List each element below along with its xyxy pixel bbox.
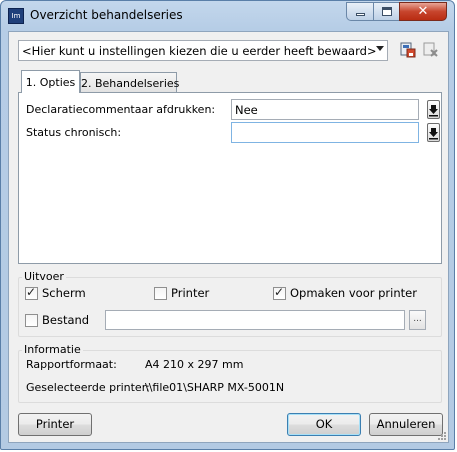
geselecteerde-printer-label: Geselecteerde printer: xyxy=(26,381,150,394)
status-field[interactable] xyxy=(231,122,419,143)
resize-grip-icon[interactable] xyxy=(437,431,447,441)
scherm-checkbox[interactable]: ✓ xyxy=(25,285,38,300)
app-icon: Im xyxy=(8,8,24,24)
bestand-checkbox[interactable] xyxy=(25,314,38,327)
saved-settings-value: <Hier kunt u instellingen kiezen die u e… xyxy=(22,44,377,58)
declaratie-value: Nee xyxy=(235,103,258,117)
minimize-button[interactable] xyxy=(346,2,374,21)
uitvoer-title: Uitvoer xyxy=(22,270,66,283)
status-dropdown-button[interactable] xyxy=(427,123,440,142)
checkmark-icon: ✓ xyxy=(274,285,285,299)
cancel-button[interactable]: Annuleren xyxy=(369,413,443,436)
ok-button[interactable]: OK xyxy=(287,413,361,436)
delete-settings-icon xyxy=(423,42,438,57)
scherm-label[interactable]: Scherm xyxy=(42,286,86,300)
rapportformaat-value: A4 210 x 297 mm xyxy=(145,358,244,371)
checkmark-icon: ✓ xyxy=(26,285,37,299)
printer-checkbox[interactable] xyxy=(154,287,167,300)
chevron-down-icon[interactable] xyxy=(376,46,384,51)
delete-settings-button[interactable] xyxy=(422,41,440,59)
saved-settings-combo[interactable]: <Hier kunt u instellingen kiezen die u e… xyxy=(18,40,388,61)
save-settings-button[interactable] xyxy=(399,41,417,59)
dialog-window: Im Overzicht behandelseries ✕ <Hier kunt… xyxy=(0,0,455,450)
bestand-label[interactable]: Bestand xyxy=(42,313,89,327)
printer-label[interactable]: Printer xyxy=(171,286,209,300)
bestand-path-input[interactable] xyxy=(105,310,405,330)
status-label: Status chronisch: xyxy=(26,126,122,139)
printer-button[interactable]: Printer xyxy=(18,413,92,436)
tab-opties[interactable]: 1. Opties xyxy=(21,70,80,93)
rapportformaat-label: Rapportformaat: xyxy=(26,358,117,371)
browse-button[interactable]: ... xyxy=(409,310,426,330)
tab-behandelseries[interactable]: 2. Behandelseries xyxy=(80,72,180,92)
title-bar[interactable]: Im Overzicht behandelseries ✕ xyxy=(1,1,456,31)
dialog-client: <Hier kunt u instellingen kiezen die u e… xyxy=(8,31,449,443)
download-arrow-icon xyxy=(429,105,438,117)
save-settings-icon xyxy=(400,42,416,58)
declaratie-label: Declaratiecommentaar afdrukken: xyxy=(26,103,216,116)
informatie-title: Informatie xyxy=(22,343,83,356)
declaratie-dropdown-button[interactable] xyxy=(427,100,440,119)
opmaken-label[interactable]: Opmaken voor printer xyxy=(290,286,417,300)
tab-opties-label: 1. Opties xyxy=(25,76,76,89)
download-arrow-icon xyxy=(429,128,438,140)
maximize-icon xyxy=(382,7,392,16)
minimize-icon xyxy=(356,13,365,16)
opmaken-checkbox[interactable]: ✓ xyxy=(273,285,286,300)
close-icon: ✕ xyxy=(417,4,429,19)
geselecteerde-printer-value: \\file01\SHARP MX-5001N xyxy=(145,381,285,394)
tab-behandelseries-label: 2. Behandelseries xyxy=(81,77,180,90)
close-button[interactable]: ✕ xyxy=(399,2,447,21)
declaratie-field[interactable]: Nee xyxy=(231,99,419,120)
maximize-button[interactable] xyxy=(373,2,400,21)
window-title: Overzicht behandelseries xyxy=(30,8,183,22)
options-panel: Declaratiecommentaar afdrukken: Nee Stat… xyxy=(18,92,442,264)
